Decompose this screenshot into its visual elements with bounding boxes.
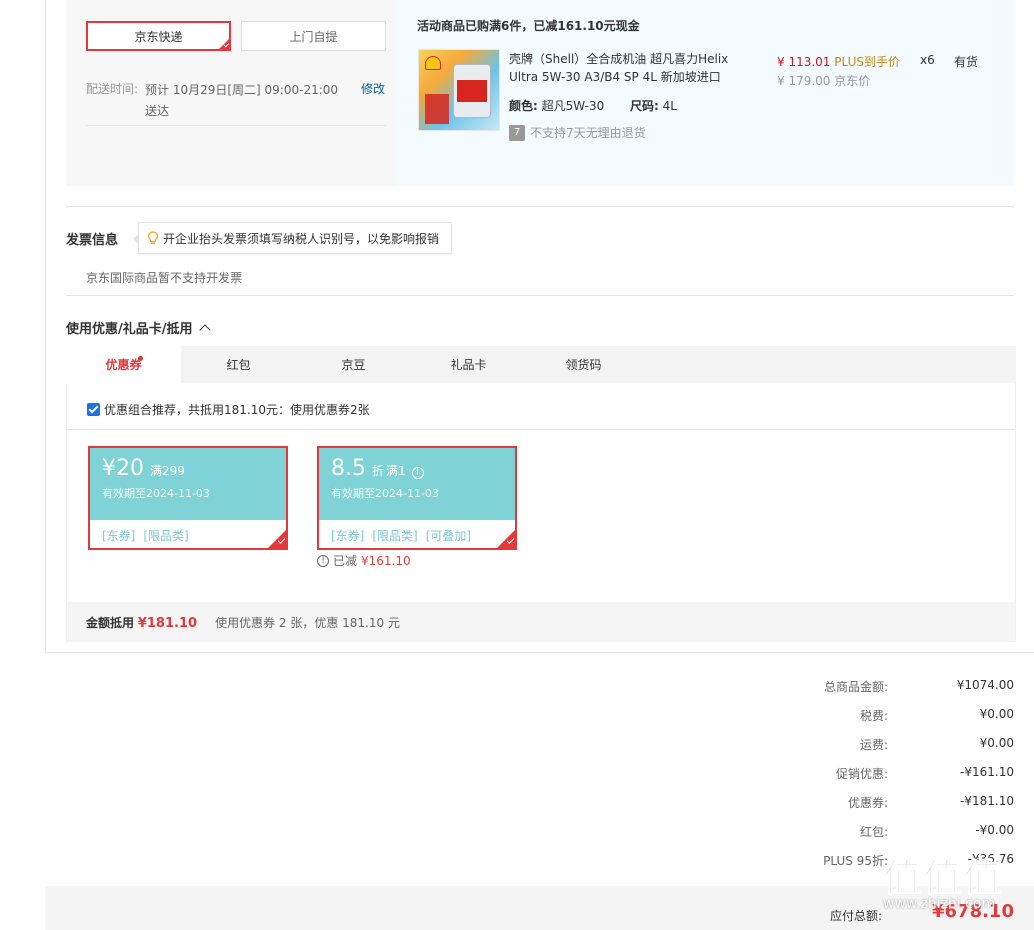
payment-bar xyxy=(45,886,1034,930)
combo-recommend-text: 优惠组合推荐，共抵用181.10元：使用优惠券2张 xyxy=(104,403,370,417)
selected-check-icon xyxy=(218,38,230,50)
product-size: 尺码: 4L xyxy=(630,97,677,114)
color-value: 超凡5W-30 xyxy=(541,99,605,113)
delivery-time-value: 预计 10月29日[周二] 09:00-21:00 送达 xyxy=(145,83,339,118)
promo-title: 活动商品已购满6件，已减161.10元现金 xyxy=(417,19,640,33)
no-return-icon: 7 xyxy=(509,124,525,141)
total-row: 税费: ¥0.00 xyxy=(859,707,1014,723)
product-image[interactable] xyxy=(418,49,500,131)
tab-gift-card[interactable]: 礼品卡 xyxy=(411,346,526,383)
tab-jd-bean[interactable]: 京豆 xyxy=(296,346,411,383)
jd-express-button[interactable]: 京东快递 xyxy=(86,21,231,51)
color-label: 颜色: xyxy=(509,99,538,113)
coupon-validity: 有效期至2024-11-03 xyxy=(331,487,439,500)
coupon-tabs: 优惠券 红包 京豆 礼品卡 领货码 xyxy=(66,346,1016,383)
coupon-card[interactable]: 8.5 折 满1 i 有效期至2024-11-03 [东券] [限品类] [可叠… xyxy=(317,446,517,550)
combo-recommend-checkbox[interactable]: 优惠组合推荐，共抵用181.10元：使用优惠券2张 xyxy=(87,401,370,418)
divider xyxy=(66,295,1014,296)
coupon-card[interactable]: ¥20 满299 有效期至2024-11-03 [东券] [限品类] xyxy=(88,446,288,550)
shell-logo-icon xyxy=(425,56,441,70)
coupon-tag: [东券] xyxy=(102,528,136,543)
size-value: 4L xyxy=(662,99,677,113)
divider xyxy=(66,206,1014,207)
total-row: 红包: -¥0.00 xyxy=(859,823,1014,839)
coupon-section-title: 使用优惠/礼品卡/抵用 xyxy=(66,322,193,337)
payable-label: 应付总额: xyxy=(830,909,883,923)
product-name[interactable]: 壳牌（Shell）全合成机油 超凡喜力Helix Ultra 5W-30 A3/… xyxy=(509,50,754,86)
divider xyxy=(86,125,386,126)
total-row: PLUS 95折: -¥36.76 xyxy=(823,852,1014,868)
coupon-amount: 8.5 xyxy=(331,456,366,481)
tab-red-packet[interactable]: 红包 xyxy=(181,346,296,383)
invoice-note: 京东国际商品暂不支持开发票 xyxy=(86,271,243,285)
lightbulb-icon xyxy=(147,231,159,244)
stock-status: 有货 xyxy=(954,55,979,69)
coupon-condition: 满299 xyxy=(150,464,185,478)
size-label: 尺码: xyxy=(630,99,659,113)
total-row: 优惠券: -¥181.10 xyxy=(847,794,1014,810)
coupon-validity: 有效期至2024-11-03 xyxy=(102,487,210,500)
no-return-text: 不支持7天无理由退货 xyxy=(530,126,646,140)
coupon-summary-value: ¥181.10 xyxy=(137,615,198,631)
coupon-tag: [限品类] xyxy=(143,528,189,543)
invoice-tip: 开企业抬头发票须填写纳税人识别号，以免影响报销 xyxy=(133,222,452,254)
coupon-summary: 金额抵用 ¥181.10 使用优惠券 2 张，优惠 181.10 元 xyxy=(67,602,1015,642)
invoice-tip-text: 开企业抬头发票须填写纳税人识别号，以免影响报销 xyxy=(163,231,440,246)
jd-price: ¥ 179.00 京东价 xyxy=(777,74,871,88)
jd-express-label: 京东快递 xyxy=(134,29,183,44)
checkbox-checked-icon[interactable] xyxy=(87,403,100,416)
payable-amount: ¥678.10 xyxy=(932,901,1014,922)
chevron-up-icon xyxy=(198,323,211,336)
coupon-tag: [限品类] xyxy=(372,528,418,543)
tab-redeem-code[interactable]: 领货码 xyxy=(526,346,641,383)
coupon-amount: ¥20 xyxy=(102,456,144,481)
product-color: 颜色: 超凡5W-30 xyxy=(509,97,604,114)
coupon-tag: [东券] xyxy=(331,528,365,543)
coupon-summary-desc: 使用优惠券 2 张，优惠 181.10 元 xyxy=(215,615,400,630)
coupon-section-toggle[interactable]: 使用优惠/礼品卡/抵用 xyxy=(66,318,211,337)
total-row: 促销优惠: -¥161.10 xyxy=(835,765,1014,781)
info-icon[interactable]: i xyxy=(411,467,424,479)
delivery-edit-link[interactable]: 修改 xyxy=(361,80,385,97)
coupon-used-note: ! 已减 ¥161.10 xyxy=(317,552,411,569)
self-pickup-label: 上门自提 xyxy=(289,29,338,44)
product-quantity: x6 xyxy=(920,53,935,67)
selected-check-icon xyxy=(495,528,517,550)
no-return-notice: 7 不支持7天无理由退货 xyxy=(509,124,646,141)
plus-price-suffix: PLUS到手价 xyxy=(834,55,900,69)
total-row: 运费: ¥0.00 xyxy=(859,736,1014,752)
total-row: 总商品金额: ¥1074.00 xyxy=(823,678,1014,694)
plus-price: ¥ 113.01 PLUS到手价 xyxy=(777,55,900,69)
tab-coupon[interactable]: 优惠券 xyxy=(66,346,181,383)
delivery-time-label: 配送时间: xyxy=(86,82,139,96)
coupon-unit: 折 xyxy=(372,464,385,478)
invoice-title: 发票信息 xyxy=(66,233,119,248)
selected-check-icon xyxy=(266,528,288,550)
coupon-condition: 满1 xyxy=(386,464,406,478)
info-icon: ! xyxy=(317,554,329,567)
new-dot-icon xyxy=(138,356,143,361)
coupon-tag: [可叠加] xyxy=(425,528,472,543)
self-pickup-button[interactable]: 上门自提 xyxy=(241,21,386,51)
coupon-summary-label: 金额抵用 xyxy=(86,615,135,630)
divider xyxy=(67,429,1015,430)
